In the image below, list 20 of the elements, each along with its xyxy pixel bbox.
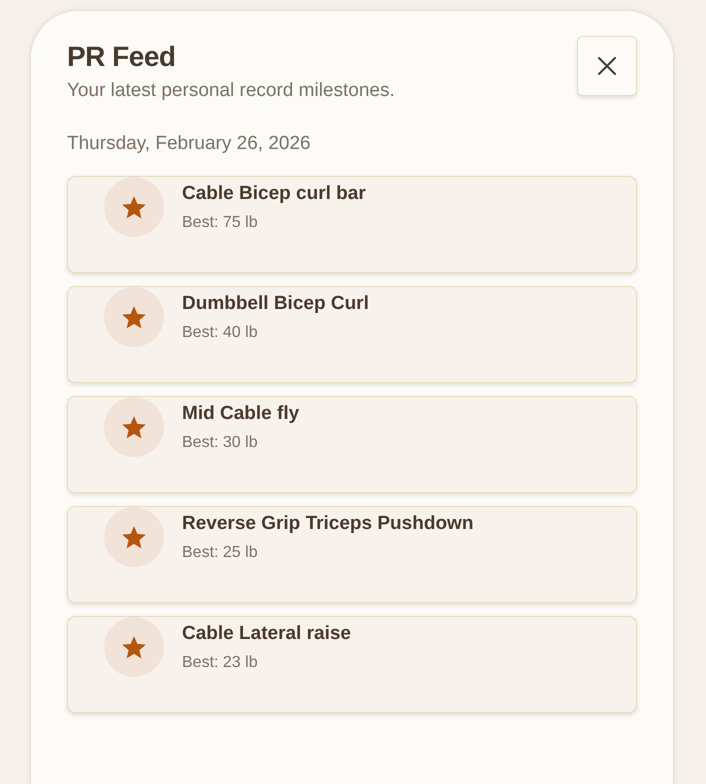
- star-icon: [121, 414, 147, 440]
- panel-subtitle: Your latest personal record milestones.: [67, 79, 395, 103]
- panel-title: PR Feed: [67, 41, 177, 73]
- best-weight: Best: 75 lb: [182, 213, 259, 233]
- date-heading: Thursday, February 26, 2026: [67, 132, 312, 156]
- exercise-name: Dumbbell Bicep Curl: [182, 292, 369, 316]
- exercise-name: Mid Cable fly: [182, 402, 300, 426]
- star-icon: [121, 304, 147, 330]
- best-weight: Best: 30 lb: [182, 433, 259, 453]
- star-icon: [121, 194, 147, 220]
- best-weight: Best: 40 lb: [182, 323, 259, 343]
- best-weight: Best: 25 lb: [182, 543, 259, 563]
- close-icon: [598, 57, 616, 75]
- exercise-name: Cable Lateral raise: [182, 622, 351, 646]
- exercise-name: Cable Bicep curl bar: [182, 182, 366, 206]
- best-weight: Best: 23 lb: [182, 653, 259, 673]
- exercise-name: Reverse Grip Triceps Pushdown: [182, 512, 474, 536]
- star-icon: [121, 524, 147, 550]
- close-button[interactable]: [577, 36, 637, 96]
- star-icon: [121, 634, 147, 660]
